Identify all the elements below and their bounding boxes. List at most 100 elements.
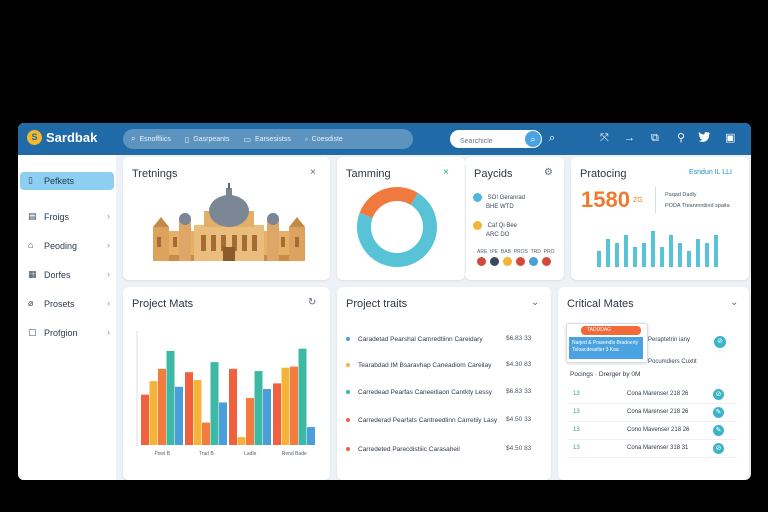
row-id: 13 [573, 445, 580, 451]
chevron-right-icon: › [107, 298, 110, 308]
card-title: Paycids [474, 168, 513, 180]
lock-icon: ⌂ [28, 240, 34, 250]
list-item-value: $4.50 33 [506, 416, 532, 423]
share-icon[interactable]: ⧉ [651, 131, 659, 145]
dashboard-window: S Sardbak ⌕ Esnoffliics ▯ Gasrpeants ▭ E… [18, 123, 751, 480]
bar [290, 366, 298, 445]
close-icon[interactable]: × [443, 167, 449, 178]
project-mats-card: Project Mats ↻ Pixel B Trad B Ladle Rend Ba… [123, 287, 330, 480]
sidebar-item-froigs[interactable]: ▤ Froigs › [20, 208, 114, 226]
avatar [516, 257, 525, 266]
sidebar-item-dorfes[interactable]: ▦ Dorfes › [20, 266, 114, 284]
nav-item-3[interactable]: Earsesistss [255, 136, 291, 143]
pricing-bar [687, 251, 691, 267]
link-icon[interactable]: ⊘ [713, 389, 724, 400]
critical-side-text: Peraptetrin iany [648, 337, 691, 343]
divider [465, 165, 466, 273]
pricing-sub1: Paqad Dadly [665, 192, 697, 198]
card-title: Project Mats [132, 298, 194, 310]
list-item-value: $4.50 83 [506, 445, 532, 452]
nav-item-2[interactable]: Gasrpeants [193, 136, 229, 143]
payments-card: Paycids ⚙ SO! Geranrad BHE WTD Caf Qi Be… [465, 157, 564, 280]
chevron-down-icon[interactable]: ⌄ [730, 297, 738, 308]
row-text: Cono Mavenser 218 26 [627, 427, 690, 433]
list-item-value: $6.83 33 [506, 388, 532, 395]
big-number-unit: ZG [633, 197, 643, 204]
nav-item-1[interactable]: Esnoffliics [139, 136, 170, 143]
payment-dot [473, 221, 482, 230]
row-id: 13 [573, 409, 580, 415]
list-item-value: $6.83 33 [506, 335, 532, 342]
bar [166, 350, 175, 445]
pricing-card: Pratocing Esndun IL LLI 1580 ZG Paqad Da… [571, 157, 749, 280]
sidebar-item-pefkets[interactable]: ▯ Pefkets [20, 172, 114, 190]
folder-icon: ▦ [28, 269, 37, 279]
table-row[interactable]: 13 Cona Marenser 318 31 ⊘ [567, 443, 737, 458]
pricing-bar [714, 235, 718, 267]
search-input[interactable] [458, 132, 528, 151]
x-tick-label: Trad B [199, 451, 214, 457]
bar [158, 368, 166, 445]
file-icon: ▯ [28, 175, 33, 185]
settings-icon[interactable]: ⚙ [544, 167, 553, 178]
bar [273, 383, 281, 445]
sidebar-item-label: Profgion [44, 328, 78, 338]
card-title: Critical Mates [567, 298, 634, 310]
sidebar-item-label: Prosets [44, 299, 75, 309]
search-button[interactable]: ⌕ [525, 131, 541, 147]
list-item-text: Carredeted Parecdistiiic Carasaheil [358, 446, 460, 453]
avatar [503, 257, 512, 266]
edit-icon[interactable]: ✎ [713, 425, 724, 436]
tag-label: TRD [530, 249, 541, 255]
edit-icon[interactable]: ✎ [713, 407, 724, 418]
table-row[interactable]: 13 Cona Marenser 218 26 ⊘ [567, 389, 737, 404]
tag-label: ARE [477, 249, 488, 255]
sidebar-item-label: Dorfes [44, 270, 71, 280]
sidebar-item-profgion[interactable]: ▢ Profgion › [20, 324, 114, 342]
expand-icon[interactable]: ⤧ [600, 131, 609, 145]
trending-card: Tretnings × [123, 157, 330, 280]
refresh-icon[interactable]: ↻ [308, 297, 316, 308]
bar [307, 427, 315, 445]
bar [202, 422, 210, 445]
arrow-icon[interactable]: → [624, 131, 635, 145]
pricing-bar [705, 243, 709, 267]
popup-tag: TADDDAG [581, 326, 641, 335]
list-item-value: $4.30 83 [506, 361, 532, 368]
search-icon[interactable]: ⌕ [549, 131, 555, 145]
popup-line1: Narjed & Prasendls Bradoerty [572, 340, 639, 346]
close-icon[interactable]: × [310, 167, 316, 178]
row-text: Cona Marenser 318 31 [627, 445, 689, 451]
pricing-bar [660, 247, 664, 267]
critical-section-title: Pocings · Drerger by 0M [570, 371, 641, 378]
link-icon[interactable]: ⊘ [713, 443, 724, 454]
popup-card[interactable]: TADDDAG Narjed & Prasendls Bradoerty Tel… [566, 323, 648, 363]
chevron-down-icon[interactable]: ⌄ [531, 297, 539, 308]
app-title: Sardbak [46, 130, 98, 145]
window-icon[interactable]: ▣ [725, 131, 735, 145]
pricing-bar [678, 243, 682, 267]
sidebar-item-peoding[interactable]: ⌂ Peoding › [20, 237, 114, 255]
list-bullet [346, 337, 350, 341]
nav-item-4[interactable]: Coesdiste [312, 136, 343, 143]
link-icon[interactable]: ⊘ [714, 336, 726, 348]
table-row[interactable]: 13 Cono Mavenser 218 26 ✎ [567, 425, 737, 440]
popup-body: Narjed & Prasendls Bradoerty Teloacdeasf… [569, 337, 643, 359]
tag-label: tPE [490, 249, 499, 255]
critical-side-text: Pocumdiers Cuxtit [648, 359, 697, 365]
sidebar-item-prosets[interactable]: ⌀ Prosets › [20, 295, 114, 313]
sidebar-item-label: Froigs [44, 212, 70, 222]
sidebar-item-label: Peoding [44, 241, 78, 251]
table-row[interactable]: 13 Cona Marenser 218 26 ✎ [567, 407, 737, 422]
pricing-link[interactable]: Esndun IL LLI [689, 169, 732, 176]
avatar [490, 257, 499, 266]
bar [141, 394, 149, 445]
project-traits-card: Project traits ⌄ Caradetad Pearshal Camr… [337, 287, 551, 480]
twitter-icon[interactable] [698, 131, 711, 147]
pricing-bar [642, 243, 646, 267]
avatar [542, 257, 551, 266]
search-box: ⌕ [450, 130, 542, 151]
location-icon[interactable]: ⚲ [677, 131, 685, 145]
list-bullet [346, 390, 350, 394]
bar [185, 372, 193, 445]
